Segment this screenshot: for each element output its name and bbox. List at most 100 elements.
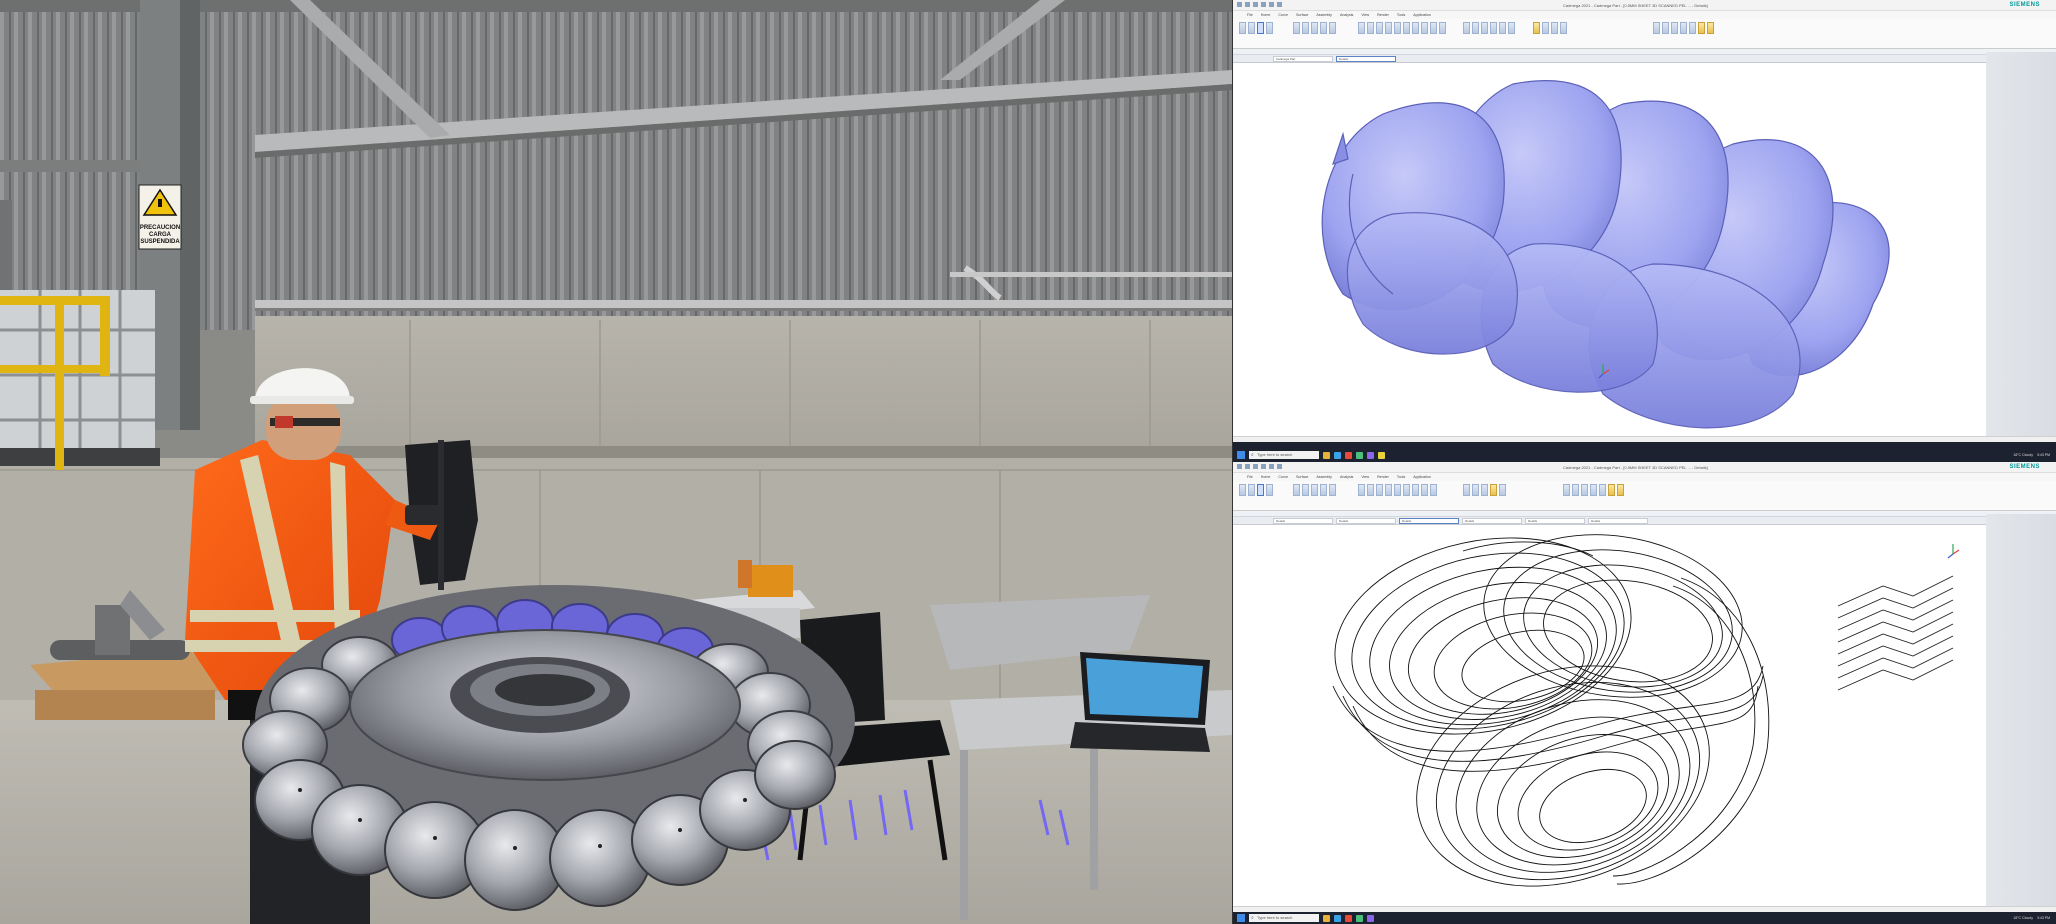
- ribbon-button[interactable]: [1376, 484, 1383, 496]
- ribbon-button[interactable]: [1563, 484, 1570, 496]
- ribbon-button[interactable]: [1403, 484, 1410, 496]
- menu-assembly[interactable]: Assembly: [1316, 475, 1332, 479]
- ribbon-button[interactable]: [1481, 484, 1488, 496]
- menu-application[interactable]: Application: [1413, 475, 1431, 479]
- ribbon-button[interactable]: [1329, 484, 1336, 496]
- app-icon[interactable]: [1345, 914, 1352, 922]
- menu-surface[interactable]: Surface: [1296, 475, 1308, 479]
- ribbon-button[interactable]: [1551, 22, 1558, 34]
- menu-home[interactable]: Home: [1261, 475, 1271, 479]
- ribbon-button[interactable]: [1472, 484, 1479, 496]
- ribbon-button[interactable]: [1421, 22, 1428, 34]
- ribbon-button[interactable]: [1680, 22, 1687, 34]
- menu-file[interactable]: File: [1247, 13, 1253, 17]
- ribbon-button[interactable]: [1266, 484, 1273, 496]
- ribbon-button[interactable]: [1311, 22, 1318, 34]
- ribbon-button[interactable]: [1430, 22, 1437, 34]
- ribbon-button[interactable]: [1293, 22, 1300, 34]
- menu-curve[interactable]: Curve: [1278, 13, 1288, 17]
- file-explorer-icon[interactable]: [1323, 914, 1330, 922]
- ribbon-button[interactable]: [1412, 22, 1419, 34]
- ribbon-button[interactable]: [1430, 484, 1437, 496]
- ribbon-button[interactable]: [1560, 22, 1567, 34]
- ribbon-button[interactable]: [1572, 484, 1579, 496]
- ribbon-button[interactable]: [1542, 22, 1549, 34]
- ribbon-button[interactable]: [1320, 484, 1327, 496]
- ribbon-button[interactable]: [1599, 484, 1606, 496]
- ribbon-button[interactable]: [1439, 22, 1446, 34]
- windows-start-icon[interactable]: [1237, 914, 1245, 922]
- ribbon-button[interactable]: [1358, 22, 1365, 34]
- doc-tab[interactable]: Details: [1525, 518, 1585, 524]
- ribbon-button[interactable]: [1311, 484, 1318, 496]
- doc-tab-active[interactable]: Details: [1399, 518, 1459, 524]
- menu-render[interactable]: Render: [1377, 475, 1389, 479]
- ribbon-button[interactable]: [1608, 484, 1615, 496]
- menu-surface[interactable]: Surface: [1296, 13, 1308, 17]
- ribbon-button[interactable]: [1481, 22, 1488, 34]
- menu-view[interactable]: View: [1361, 13, 1369, 17]
- doc-tab[interactable]: Details: [1588, 518, 1648, 524]
- ribbon-button[interactable]: [1508, 22, 1515, 34]
- file-explorer-icon[interactable]: [1323, 451, 1330, 459]
- quick-access-toolbar[interactable]: [1237, 464, 1297, 470]
- ribbon-button[interactable]: [1533, 22, 1540, 34]
- menu-tools[interactable]: Tools: [1397, 475, 1405, 479]
- ribbon-button[interactable]: [1490, 484, 1497, 496]
- app-icon[interactable]: [1378, 451, 1385, 459]
- graphics-viewport[interactable]: [1233, 64, 1986, 436]
- menu-curve[interactable]: Curve: [1278, 475, 1288, 479]
- menu-view[interactable]: View: [1361, 475, 1369, 479]
- ribbon-button[interactable]: [1671, 22, 1678, 34]
- side-panel[interactable]: [1986, 52, 2056, 436]
- ribbon-button-active[interactable]: [1257, 22, 1264, 34]
- doc-tab-active[interactable]: Details: [1336, 56, 1396, 62]
- ribbon-button[interactable]: [1463, 22, 1470, 34]
- ribbon-button[interactable]: [1662, 22, 1669, 34]
- menu-file[interactable]: File: [1247, 475, 1253, 479]
- edge-icon[interactable]: [1334, 451, 1341, 459]
- ribbon-button[interactable]: [1385, 22, 1392, 34]
- menu-tools[interactable]: Tools: [1397, 13, 1405, 17]
- doc-tab[interactable]: Details: [1336, 518, 1396, 524]
- menu-analysis[interactable]: Analysis: [1340, 13, 1353, 17]
- ribbon-button[interactable]: [1653, 22, 1660, 34]
- edge-icon[interactable]: [1334, 914, 1341, 922]
- ribbon-button[interactable]: [1266, 22, 1273, 34]
- taskbar-search-input[interactable]: Type here to search: [1249, 451, 1319, 459]
- ribbon-button[interactable]: [1689, 22, 1696, 34]
- windows-start-icon[interactable]: [1237, 451, 1245, 459]
- ribbon-button[interactable]: [1707, 22, 1714, 34]
- side-panel[interactable]: [1986, 514, 2056, 906]
- ribbon-button[interactable]: [1302, 484, 1309, 496]
- app-icon[interactable]: [1356, 451, 1363, 459]
- ribbon-button[interactable]: [1329, 22, 1336, 34]
- app-icon[interactable]: [1367, 451, 1374, 459]
- ribbon-button[interactable]: [1421, 484, 1428, 496]
- ribbon-button[interactable]: [1499, 22, 1506, 34]
- ribbon-button[interactable]: [1239, 484, 1246, 496]
- ribbon-button[interactable]: [1617, 484, 1624, 496]
- ribbon-button[interactable]: [1367, 22, 1374, 34]
- ribbon-button[interactable]: [1248, 22, 1255, 34]
- graphics-viewport[interactable]: [1233, 526, 1986, 906]
- ribbon-button[interactable]: [1499, 484, 1506, 496]
- ribbon-button[interactable]: [1472, 22, 1479, 34]
- doc-tab[interactable]: Details: [1462, 518, 1522, 524]
- ribbon-button[interactable]: [1590, 484, 1597, 496]
- ribbon-button-active[interactable]: [1257, 484, 1264, 496]
- ribbon-button[interactable]: [1248, 484, 1255, 496]
- ribbon-button[interactable]: [1581, 484, 1588, 496]
- ribbon-button[interactable]: [1320, 22, 1327, 34]
- ribbon-button[interactable]: [1403, 22, 1410, 34]
- system-tray[interactable]: 18°C Cloudy 3:43 PM: [2013, 916, 2056, 920]
- menu-home[interactable]: Home: [1261, 13, 1271, 17]
- quick-access-toolbar[interactable]: [1237, 2, 1297, 8]
- ribbon-button[interactable]: [1376, 22, 1383, 34]
- menu-assembly[interactable]: Assembly: [1316, 13, 1332, 17]
- doc-tab[interactable]: Details: [1273, 518, 1333, 524]
- ribbon-button[interactable]: [1293, 484, 1300, 496]
- ribbon-button[interactable]: [1385, 484, 1392, 496]
- app-icon[interactable]: [1345, 451, 1352, 459]
- ribbon-button[interactable]: [1239, 22, 1246, 34]
